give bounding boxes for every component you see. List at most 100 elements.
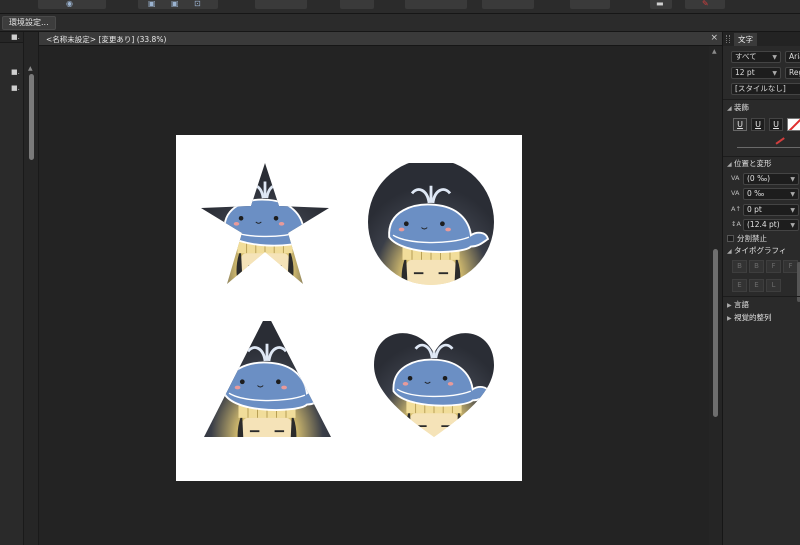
divider <box>723 156 800 157</box>
toolbar-group-flip[interactable] <box>570 0 610 9</box>
tracking-value: (0 ‰) <box>747 174 771 183</box>
divider <box>723 296 800 297</box>
panel-grip-icon[interactable] <box>726 35 730 43</box>
leading-field[interactable]: (12.4 pt) ▼ <box>743 219 799 231</box>
decoration-weight-slider[interactable] <box>737 147 800 148</box>
document-tab[interactable]: <名称未設定> [変更あり] (33.8%) × <box>39 32 722 46</box>
decoration-section-header[interactable]: ◢ 装飾 <box>727 102 749 113</box>
panel-menu-icon[interactable]: ■. <box>11 33 20 41</box>
baseline-shift-field[interactable]: 0 pt ▼ <box>743 204 799 216</box>
paragraph-style-dropdown[interactable]: [スタイルなし] <box>731 83 800 95</box>
preferences-button[interactable]: 環境設定... <box>2 16 56 30</box>
toolbar-group-order[interactable] <box>340 0 374 9</box>
typography-option-button[interactable]: F <box>766 260 781 273</box>
close-icon[interactable]: × <box>710 33 718 43</box>
tracking-field[interactable]: (0 ‰) ▼ <box>743 173 799 185</box>
chevron-down-icon: ▼ <box>772 54 777 61</box>
context-toolbar: 環境設定... <box>0 14 800 32</box>
artboard[interactable] <box>176 135 522 481</box>
font-family-value: Arial <box>789 52 800 61</box>
position-transform-section-label: 位置と変形 <box>734 159 772 168</box>
snap-icon[interactable]: ⊡ <box>194 0 201 8</box>
typography-section-header[interactable]: ◢ タイポグラフィ <box>727 245 786 256</box>
position-transform-section-header[interactable]: ◢ 位置と変形 <box>727 158 772 169</box>
chevron-down-icon: ▼ <box>790 176 795 183</box>
toolbar-group-boolean[interactable] <box>255 0 307 9</box>
typography-option-button[interactable]: E <box>749 279 764 292</box>
align-icon[interactable]: ▣ <box>148 0 156 8</box>
circle-masked-illustration[interactable] <box>365 161 498 315</box>
baseline-shift-icon: A↑ <box>731 205 741 213</box>
left-panel-scrollbar[interactable]: ▲ <box>23 32 39 545</box>
font-collection-dropdown[interactable]: すべて ▼ <box>731 51 781 63</box>
paragraph-style-value: [スタイルなし] <box>735 84 786 93</box>
document-title: <名称未設定> [変更あり] (33.8%) <box>46 35 167 44</box>
baseline-shift-value: 0 pt <box>747 205 762 214</box>
chevron-right-icon: ▶ <box>727 302 732 309</box>
layer-toggle-icon[interactable]: ■. <box>11 68 20 76</box>
leading-value: (12.4 pt) <box>747 220 780 229</box>
kerning-icon: VA <box>731 189 740 197</box>
kerning-value: 0 ‰ <box>747 189 765 198</box>
panel-tab-bar: 文字 <box>723 32 800 46</box>
no-break-checkbox[interactable] <box>727 235 734 242</box>
scroll-up-icon[interactable]: ▲ <box>712 48 717 55</box>
chevron-down-icon: ▼ <box>772 70 777 77</box>
pen-assistant-icon[interactable]: ✎ <box>702 0 709 8</box>
underline-button[interactable]: U <box>733 118 747 131</box>
canvas-scrollbar[interactable]: ▲ <box>709 46 722 545</box>
decoration-color-swatch[interactable] <box>787 118 800 131</box>
persona-icon[interactable]: ◉ <box>66 0 73 8</box>
font-family-dropdown[interactable]: Arial <box>785 51 800 63</box>
typography-option-button[interactable]: B <box>732 260 747 273</box>
toolbar-group-transform[interactable] <box>482 0 534 9</box>
scroll-thumb[interactable] <box>29 74 34 160</box>
leading-icon: ↕A <box>731 220 741 228</box>
layer-toggle-icon[interactable]: ■. <box>11 84 20 92</box>
chevron-down-icon: ◢ <box>727 161 732 168</box>
chevron-down-icon: ▼ <box>790 191 795 198</box>
optical-alignment-section-label: 視覚的整列 <box>734 313 772 322</box>
font-collection-value: すべて <box>735 52 757 61</box>
typography-option-button[interactable]: F <box>783 260 798 273</box>
chevron-down-icon: ▼ <box>790 207 795 214</box>
typography-option-button[interactable]: L <box>766 279 781 292</box>
star-masked-illustration[interactable] <box>201 159 330 306</box>
optical-alignment-section-header[interactable]: ▶ 視覚的整列 <box>727 312 772 323</box>
typography-option-button[interactable]: E <box>732 279 747 292</box>
slider-handle[interactable] <box>775 137 785 145</box>
font-size-value: 12 pt <box>735 68 755 77</box>
artboard-artwork <box>201 159 499 473</box>
character-panel: 文字 すべて ▼ Arial 12 pt ▼ Regular [スタイルなし] … <box>722 32 800 545</box>
tracking-icon: VA <box>731 174 740 182</box>
kerning-field[interactable]: 0 ‰ ▼ <box>743 188 799 200</box>
heart-masked-illustration[interactable] <box>370 319 499 466</box>
chevron-down-icon: ◢ <box>727 105 732 112</box>
typography-option-button[interactable]: B <box>749 260 764 273</box>
scroll-thumb[interactable] <box>713 249 718 417</box>
decoration-section-label: 装飾 <box>734 103 749 112</box>
font-size-dropdown[interactable]: 12 pt ▼ <box>731 67 781 79</box>
double-underline-button[interactable]: U <box>751 118 765 131</box>
strikethrough-button[interactable]: U <box>769 118 783 131</box>
no-break-label: 分割禁止 <box>737 234 767 243</box>
chevron-down-icon: ▼ <box>790 222 795 229</box>
language-section-header[interactable]: ▶ 言語 <box>727 299 749 310</box>
main-toolbar: ◉ ▣ ▣ ⊡ ▬ ✎ <box>0 0 800 14</box>
scroll-up-icon[interactable]: ▲ <box>28 65 33 72</box>
chevron-right-icon: ▶ <box>727 315 732 322</box>
font-style-value: Regular <box>789 68 800 77</box>
chevron-down-icon: ◢ <box>727 248 732 255</box>
divider <box>723 99 800 100</box>
view-mode-icon[interactable]: ▬ <box>656 0 664 8</box>
typography-section-label: タイポグラフィ <box>734 246 787 255</box>
language-section-label: 言語 <box>734 300 749 309</box>
font-style-dropdown[interactable]: Regular <box>785 67 800 79</box>
left-panel-header: ■. <box>0 32 23 43</box>
app-window: ◉ ▣ ▣ ⊡ ▬ ✎ 環境設定... ■. ■. ■. ▲ <名称未設定> [… <box>0 0 800 545</box>
triangle-masked-illustration[interactable] <box>201 319 334 473</box>
distribute-icon[interactable]: ▣ <box>171 0 179 8</box>
tab-character[interactable]: 文字 <box>734 33 757 46</box>
toolbar-group-insert[interactable] <box>405 0 467 9</box>
left-panel: ■. ■. ■. <box>0 32 23 545</box>
